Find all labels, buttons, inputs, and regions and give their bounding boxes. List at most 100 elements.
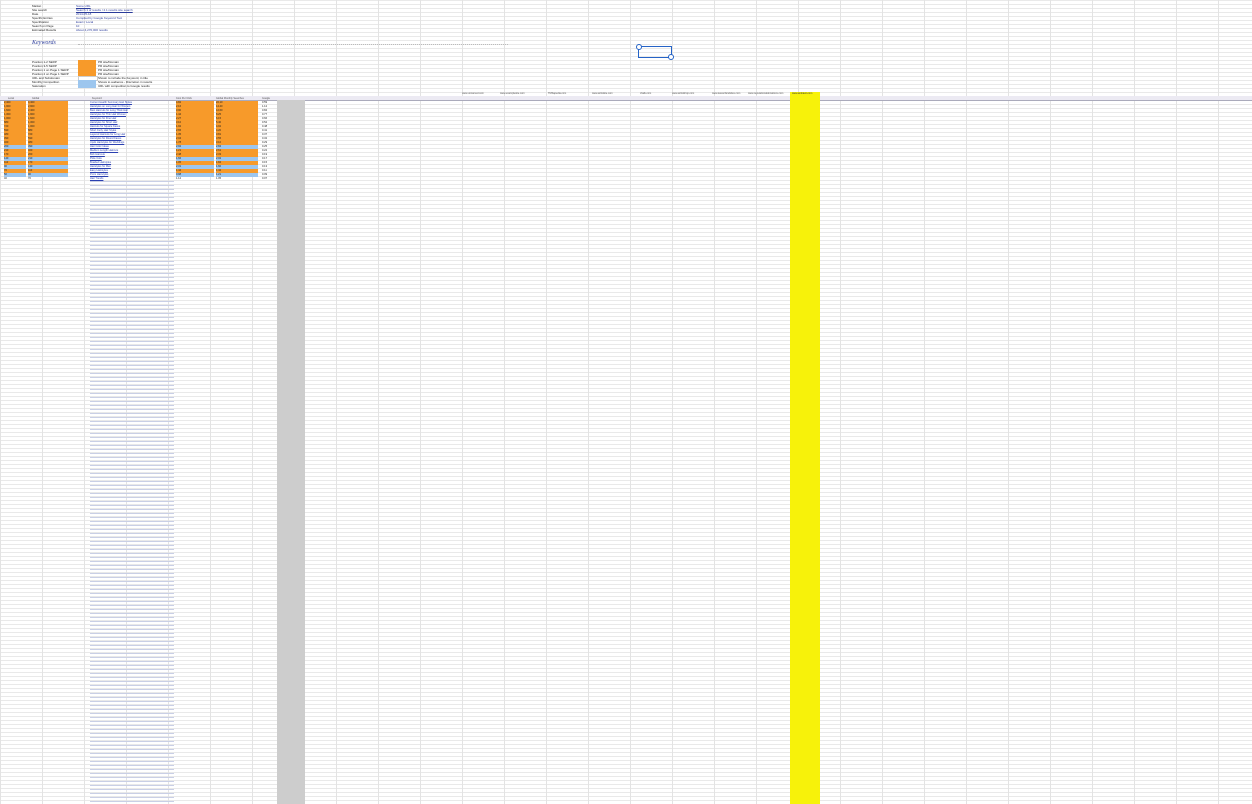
- filler-row-line: [90, 613, 174, 614]
- filler-row-line: [90, 329, 174, 330]
- filler-row-line: [90, 233, 174, 234]
- filler-row-line: [90, 713, 174, 714]
- filler-row-line: [90, 213, 174, 214]
- filler-row-line: [90, 265, 174, 266]
- filler-row-line: [90, 249, 174, 250]
- header-site-5[interactable]: chalk.com: [640, 92, 651, 96]
- filler-row-line: [90, 209, 174, 210]
- filler-row-line: [90, 261, 174, 262]
- filler-row-line: [90, 593, 174, 594]
- filler-row-line: [90, 641, 174, 642]
- filler-row-line: [90, 413, 174, 414]
- filler-row-line: [90, 781, 174, 782]
- header-site-6[interactable]: www.artistshop.com: [672, 92, 694, 96]
- header-yellow[interactable]: www.ambient.com: [792, 92, 812, 96]
- cell-google[interactable]: 0.07: [262, 177, 276, 181]
- filler-row-line: [90, 757, 174, 758]
- filler-row-line: [90, 345, 174, 346]
- header-site-2[interactable]: www.examplesite.com: [500, 92, 525, 96]
- cell-cpc[interactable]: 1.12: [176, 177, 214, 181]
- filler-row-line: [90, 457, 174, 458]
- filler-row-line: [90, 277, 174, 278]
- filler-row-line: [90, 573, 174, 574]
- filler-row-line: [90, 229, 174, 230]
- filler-row-line: [90, 605, 174, 606]
- filler-row-line: [90, 765, 174, 766]
- filler-row-line: [90, 361, 174, 362]
- filler-row-line: [90, 589, 174, 590]
- filler-row-line: [90, 517, 174, 518]
- filler-row-line: [90, 585, 174, 586]
- filler-row-line: [90, 557, 174, 558]
- filler-row-line: [90, 537, 174, 538]
- filler-row-line: [90, 789, 174, 790]
- cell-local[interactable]: 40: [4, 177, 26, 181]
- filler-row-line: [90, 189, 174, 190]
- filler-row-line: [90, 469, 174, 470]
- filler-row-line: [90, 313, 174, 314]
- spreadsheet-canvas[interactable]: Market Some URL Site search Search 1 of re…: [0, 0, 1252, 804]
- filler-row-line: [90, 417, 174, 418]
- filler-row-line: [90, 669, 174, 670]
- filler-row-line: [90, 733, 174, 734]
- filler-row-line: [90, 421, 174, 422]
- filler-row-line: [90, 325, 174, 326]
- filler-row-line: [90, 489, 174, 490]
- filler-row-line: [90, 625, 174, 626]
- filler-row-line: [90, 677, 174, 678]
- cell-global[interactable]: 70: [28, 177, 68, 181]
- filler-row-line: [90, 801, 174, 802]
- filler-row-line: [90, 617, 174, 618]
- filler-row-line: [90, 425, 174, 426]
- filler-row-line: [90, 357, 174, 358]
- filler-row-line: [90, 721, 174, 722]
- filler-row-line: [90, 321, 174, 322]
- header-site-1[interactable]: www.unnamed.com: [462, 92, 484, 96]
- keywords-heading: Keywords: [32, 40, 56, 46]
- grey-highlight-column: [277, 100, 305, 804]
- filler-row-line: [90, 269, 174, 270]
- header-site-3[interactable]: TMSapedia.com: [548, 92, 566, 96]
- filler-row-line: [90, 237, 174, 238]
- filler-row-line: [90, 333, 174, 334]
- filler-row-line: [90, 257, 174, 258]
- filler-row-line: [90, 649, 174, 650]
- filler-row-line: [90, 725, 174, 726]
- filler-row-line: [90, 441, 174, 442]
- filler-row-line: [90, 461, 174, 462]
- filler-row-line: [90, 645, 174, 646]
- filler-row-line: [90, 497, 174, 498]
- filler-row-line: [90, 445, 174, 446]
- filler-row-line: [90, 465, 174, 466]
- cell-monthly[interactable]: 1.05: [216, 177, 258, 181]
- filler-row-line: [90, 301, 174, 302]
- filler-row-line: [90, 633, 174, 634]
- table-row[interactable]: 40 70 Hair Trends 1.12 1.05 0.07: [0, 177, 1252, 181]
- filler-row-line: [90, 569, 174, 570]
- keywords-divider: [78, 44, 508, 47]
- filler-row-line: [90, 541, 174, 542]
- filler-row-line: [90, 521, 174, 522]
- header-site-7[interactable]: www.teasurfandsites.com: [712, 92, 740, 96]
- filler-row-line: [90, 485, 174, 486]
- filler-row-line: [90, 737, 174, 738]
- filler-row-line: [90, 701, 174, 702]
- filler-row-line: [90, 553, 174, 554]
- filler-row-line: [90, 577, 174, 578]
- filler-row-line: [90, 777, 174, 778]
- filler-row-line: [90, 681, 174, 682]
- filler-row-line: [90, 337, 174, 338]
- filler-row-line: [90, 341, 174, 342]
- filler-row-line: [90, 393, 174, 394]
- filler-row-line: [90, 397, 174, 398]
- filler-row-line: [90, 501, 174, 502]
- header-site-8[interactable]: www.reputationaldonations.com: [748, 92, 783, 96]
- filler-row-line: [90, 749, 174, 750]
- filler-row-line: [90, 185, 174, 186]
- header-site-4[interactable]: www.artistsite.com: [592, 92, 613, 96]
- filler-row-line: [90, 305, 174, 306]
- filler-row-line: [90, 609, 174, 610]
- filler-row-line: [90, 673, 174, 674]
- cell-selection[interactable]: [636, 44, 674, 60]
- filler-row-line: [90, 293, 174, 294]
